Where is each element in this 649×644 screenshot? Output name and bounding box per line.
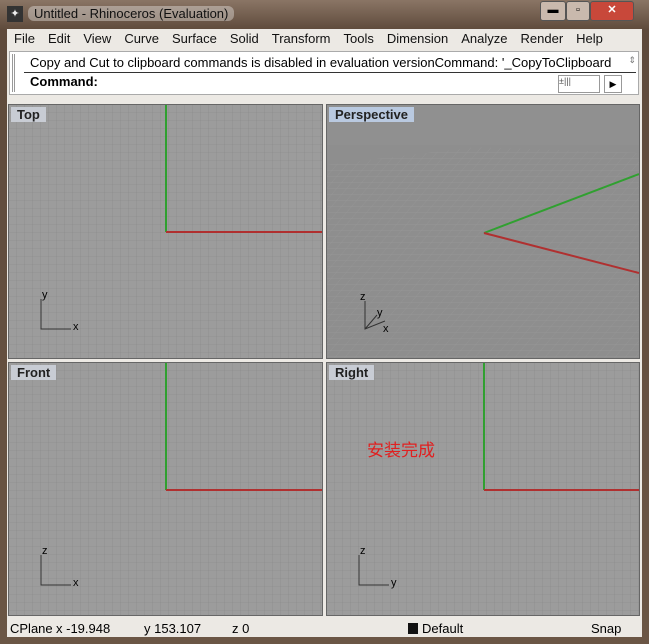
- axis-label-z: z: [42, 545, 48, 557]
- toolbar-grip[interactable]: [12, 54, 23, 92]
- axis-label-x: x: [383, 323, 389, 335]
- cplane-label[interactable]: CPlane: [10, 621, 53, 636]
- z-coordinate: z 0: [232, 621, 250, 636]
- maximize-button[interactable]: ▫: [566, 1, 590, 21]
- menu-tools[interactable]: Tools: [336, 29, 379, 49]
- viewport-label-right[interactable]: Right: [329, 365, 375, 380]
- menu-edit[interactable]: Edit: [41, 29, 76, 49]
- command-history: Copy and Cut to clipboard commands is di…: [30, 55, 612, 70]
- rhino-window: ✦ Untitled - Rhinoceros (Evaluation) ▬ ▫…: [0, 0, 649, 644]
- axis-label-y: y: [42, 289, 48, 301]
- viewport-label-front[interactable]: Front: [11, 365, 57, 380]
- axis-label-z: z: [360, 291, 366, 303]
- minimize-button[interactable]: ▬: [540, 1, 566, 21]
- viewport-label-top[interactable]: Top: [11, 107, 46, 122]
- y-coordinate: y 153.107: [144, 621, 202, 636]
- menu-help[interactable]: Help: [569, 29, 609, 49]
- x-coordinate: x -19.948: [56, 621, 111, 636]
- divider: [24, 72, 636, 73]
- menu-curve[interactable]: Curve: [117, 29, 165, 49]
- axis-label-x: x: [73, 577, 79, 589]
- install-complete-text: 安装完成: [367, 441, 435, 460]
- menu-transform[interactable]: Transform: [265, 29, 337, 49]
- menu-surface[interactable]: Surface: [165, 29, 223, 49]
- window-title: Untitled - Rhinoceros (Evaluation): [28, 6, 235, 21]
- axis-label-y: y: [377, 307, 383, 319]
- viewport-front[interactable]: Front z x: [8, 362, 323, 616]
- snap-toggle[interactable]: Snap: [591, 621, 621, 636]
- menu-analyze[interactable]: Analyze: [454, 29, 513, 49]
- command-area: Copy and Cut to clipboard commands is di…: [9, 51, 639, 95]
- rhino-app-icon[interactable]: ✦: [7, 6, 23, 22]
- play-arrow-icon[interactable]: ▶: [604, 75, 622, 93]
- menu-file[interactable]: File: [7, 29, 41, 49]
- viewport-label-perspective[interactable]: Perspective: [329, 107, 414, 122]
- viewport-right[interactable]: Right z y: [326, 362, 640, 616]
- menu-solid[interactable]: Solid: [223, 29, 265, 49]
- menu-dimension[interactable]: Dimension: [380, 29, 454, 49]
- status-bar: CPlane x -19.948 y 153.107 z 0 Default S…: [7, 619, 642, 637]
- axis-label-y: y: [391, 577, 397, 589]
- axis-label-z: z: [360, 545, 366, 557]
- close-button[interactable]: ✕: [590, 1, 634, 21]
- menu-render[interactable]: Render: [514, 29, 570, 49]
- menu-view[interactable]: View: [76, 29, 117, 49]
- command-spinner[interactable]: ±|||: [558, 75, 600, 93]
- viewport-top[interactable]: Top y x: [8, 104, 323, 359]
- command-prompt[interactable]: Command:: [30, 74, 98, 89]
- axis-label-x: x: [73, 321, 79, 333]
- layer-color-swatch: [408, 623, 418, 634]
- history-scroll-icon[interactable]: ⇕: [628, 55, 636, 66]
- menu-bar: File Edit View Curve Surface Solid Trans…: [7, 29, 609, 49]
- viewport-perspective[interactable]: Perspective z y x: [326, 104, 640, 359]
- layer-name[interactable]: Default: [422, 621, 463, 636]
